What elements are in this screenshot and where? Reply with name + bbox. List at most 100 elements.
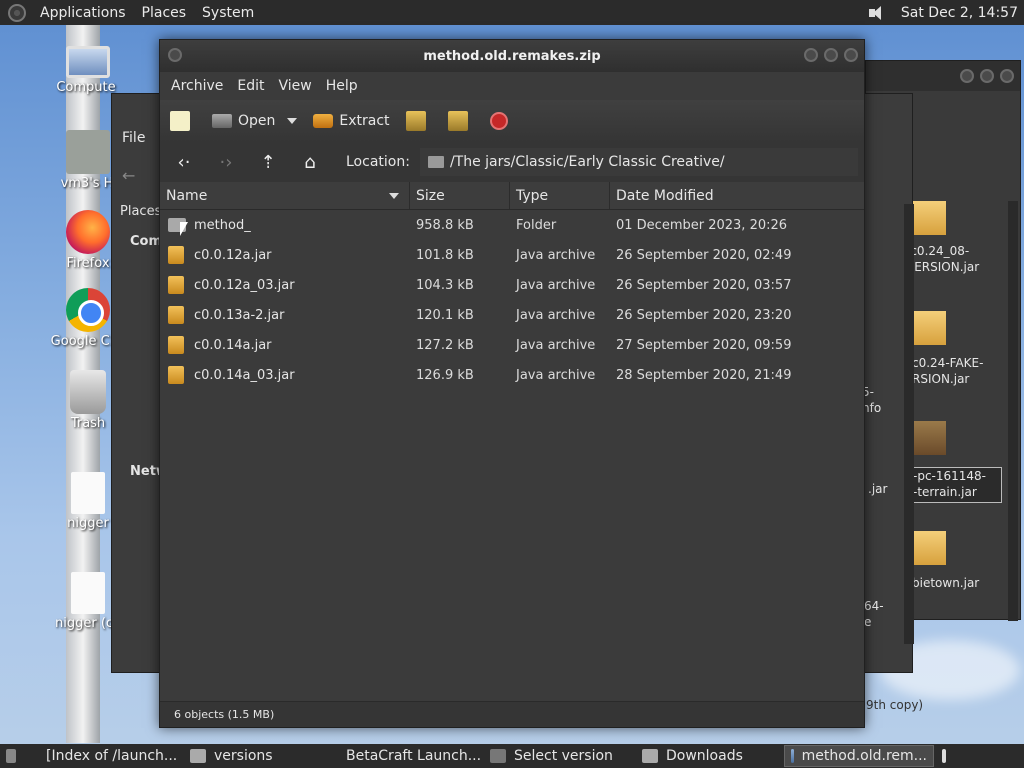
toolbar: Open Extract <box>160 100 864 142</box>
menu-system[interactable]: System <box>194 5 262 21</box>
gnome-logo-icon[interactable] <box>8 3 26 22</box>
location-bar: ‹· ·› ⇡ ⌂ Location: /The jars/Classic/Ea… <box>160 142 864 182</box>
java-archive-icon <box>168 366 184 384</box>
top-panel: Applications Places System Sat Dec 2, 14… <box>0 0 1024 25</box>
java-archive-icon <box>168 306 184 324</box>
back-arrow-icon[interactable]: ← <box>122 166 135 185</box>
new-archive-button[interactable] <box>170 111 196 131</box>
location-label: Location: <box>346 154 410 170</box>
table-row[interactable]: c0.0.14a.jar 127.2 kB Java archive 27 Se… <box>160 330 864 360</box>
menu-view[interactable]: View <box>272 78 319 94</box>
list-header: Name Size Type Date Modified <box>160 182 864 210</box>
taskbar-item[interactable]: Select version <box>484 745 634 767</box>
partial-text: 64- e <box>864 599 884 629</box>
volume-icon[interactable] <box>867 5 887 21</box>
mouse-cursor-icon <box>180 222 188 236</box>
file-label: -c0.24_08- VERSION.jar <box>906 244 980 274</box>
forward-arrow-icon[interactable]: ·› <box>214 151 238 173</box>
add-files-button[interactable] <box>405 111 432 131</box>
extract-label: Extract <box>339 113 390 129</box>
add-folder-button[interactable] <box>447 111 474 131</box>
places-label: Places <box>120 204 162 219</box>
scrollbar[interactable] <box>904 204 914 644</box>
column-header-date[interactable]: Date Modified <box>610 182 864 209</box>
stop-button[interactable] <box>489 112 514 130</box>
menu-edit[interactable]: Edit <box>230 78 271 94</box>
taskbar-item[interactable]: BetaCraft Launch... <box>332 745 482 767</box>
document-icon <box>71 572 105 614</box>
open-dropdown-icon[interactable] <box>287 118 298 124</box>
open-label: Open <box>238 113 276 129</box>
clock[interactable]: Sat Dec 2, 14:57 <box>901 5 1018 21</box>
close-icon[interactable] <box>844 48 858 62</box>
taskbar-item[interactable]: versions <box>184 745 330 767</box>
open-icon <box>212 114 232 128</box>
home-folder-icon <box>66 130 110 174</box>
location-field[interactable]: /The jars/Classic/Early Classic Creative… <box>419 148 858 176</box>
section-computer: Com <box>130 234 163 249</box>
taskbar-item[interactable]: Downloads <box>636 745 782 767</box>
window-menu-icon[interactable] <box>168 48 182 62</box>
taskbar-item-active[interactable]: method.old.rem... <box>784 745 934 767</box>
desktop-file-partial-label: 9th copy) <box>866 698 924 712</box>
window-title: method.old.remakes.zip <box>423 48 601 64</box>
workspace-icon <box>942 749 946 763</box>
menu-archive[interactable]: Archive <box>164 78 230 94</box>
window-titlebar[interactable]: method.old.remakes.zip <box>160 40 864 72</box>
file-list[interactable]: Name Size Type Date Modified method_ 958… <box>160 182 864 714</box>
column-header-name[interactable]: Name <box>160 182 410 209</box>
minimize-icon[interactable] <box>960 69 974 83</box>
file-label: c0.24-FAKE- RSION.jar <box>912 356 984 386</box>
jar-file-icon <box>910 531 946 565</box>
computer-icon <box>66 46 110 78</box>
add-files-icon <box>405 111 426 131</box>
back-arrow-icon[interactable]: ‹· <box>172 151 196 173</box>
up-arrow-icon[interactable]: ⇡ <box>256 151 280 173</box>
status-text: 6 objects (1.5 MB) <box>174 708 275 721</box>
chrome-icon <box>66 288 110 332</box>
table-row[interactable]: c0.0.14a_03.jar 126.9 kB Java archive 28… <box>160 360 864 390</box>
desktop-icon-computer[interactable]: Compute <box>40 46 136 95</box>
maximize-icon[interactable] <box>980 69 994 83</box>
home-icon[interactable]: ⌂ <box>298 151 322 173</box>
status-bar: 6 objects (1.5 MB) <box>160 701 864 727</box>
taskbar-item[interactable]: [Index of /launch... <box>32 745 182 767</box>
menu-places[interactable]: Places <box>134 5 195 21</box>
java-archive-icon <box>168 276 184 294</box>
extract-icon <box>313 114 334 128</box>
workspace-switcher[interactable] <box>936 745 960 767</box>
show-desktop-button[interactable] <box>0 745 30 767</box>
column-header-size[interactable]: Size <box>410 182 510 209</box>
document-icon <box>71 472 105 514</box>
partial-text: .jar <box>868 482 888 496</box>
bottom-taskbar: [Index of /launch... versions BetaCraft … <box>0 744 1024 768</box>
sort-down-icon <box>389 192 399 199</box>
folder-icon <box>642 749 658 763</box>
trash-icon <box>70 370 106 414</box>
extract-button[interactable]: Extract <box>313 113 390 129</box>
minimize-icon[interactable] <box>804 48 818 62</box>
table-row[interactable]: c0.0.12a.jar 101.8 kB Java archive 26 Se… <box>160 240 864 270</box>
table-row[interactable]: c0.0.13a-2.jar 120.1 kB Java archive 26 … <box>160 300 864 330</box>
folder-icon <box>190 749 206 763</box>
close-icon[interactable] <box>1000 69 1014 83</box>
menu-file[interactable]: File <box>122 130 145 146</box>
table-row[interactable]: c0.0.12a_03.jar 104.3 kB Java archive 26… <box>160 270 864 300</box>
folder-icon <box>427 156 444 168</box>
jar-file-icon <box>910 421 946 455</box>
column-header-type[interactable]: Type <box>510 182 610 209</box>
open-button[interactable]: Open <box>212 113 298 129</box>
archive-manager-window[interactable]: method.old.remakes.zip Archive Edit View… <box>159 39 865 728</box>
add-folder-icon <box>447 111 468 131</box>
menu-applications[interactable]: Applications <box>32 5 134 21</box>
scrollbar[interactable] <box>1008 201 1018 621</box>
maximize-icon[interactable] <box>824 48 838 62</box>
jar-file-icon <box>910 201 946 235</box>
jar-file-icon <box>910 311 946 345</box>
menu-help[interactable]: Help <box>319 78 365 94</box>
archive-icon <box>791 749 794 763</box>
show-desktop-icon <box>6 749 16 763</box>
table-row[interactable]: method_ 958.8 kB Folder 01 December 2023… <box>160 210 864 240</box>
stop-icon <box>489 112 508 130</box>
java-archive-icon <box>168 246 184 264</box>
